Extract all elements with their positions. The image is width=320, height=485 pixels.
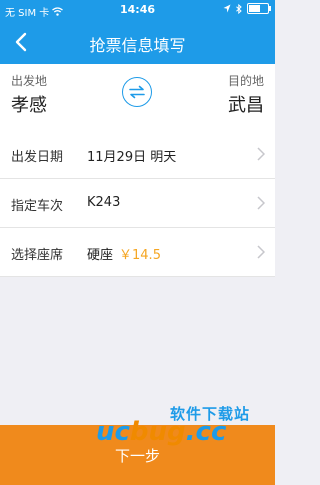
train-number-value: K243: [87, 195, 121, 210]
chevron-right-icon: [257, 147, 265, 161]
from-label: 出发地: [11, 74, 48, 88]
ticket-form-list: 出发日期 11月29日 明天 指定车次 K243 选择座席 硬座 ￥14.5: [0, 130, 275, 277]
watermark-en-suffix: .cc: [185, 417, 227, 447]
train-number-row[interactable]: 指定车次 K243: [0, 179, 275, 228]
battery-icon: [247, 3, 271, 14]
to-label: 目的地: [227, 74, 264, 88]
seat-class-value: 硬座 ￥14.5: [87, 244, 161, 263]
status-right: [223, 3, 271, 14]
watermark-en-prefix: uc: [96, 417, 130, 447]
page-title: 抢票信息填写: [89, 36, 186, 55]
row-label: 选择座席: [11, 248, 64, 263]
swap-stations-button[interactable]: [122, 77, 152, 107]
status-bar: 无 SIM 卡 14:46: [0, 0, 275, 20]
station-selector: 出发地 孝感 目的地 武昌: [0, 64, 275, 131]
seat-class-row[interactable]: 选择座席 硬座 ￥14.5: [0, 228, 275, 277]
swap-arrows-icon: [129, 85, 145, 99]
site-watermark: 软件下载站 ucbug.cc: [92, 403, 275, 453]
watermark-en-mid: bug: [129, 417, 186, 447]
seat-type: 硬座: [87, 248, 114, 263]
location-arrow-icon: [223, 4, 231, 13]
row-label: 出发日期: [11, 150, 64, 165]
seat-price: ￥14.5: [119, 248, 161, 263]
departure-date-value: 11月29日 明天: [87, 150, 177, 165]
nav-bar: 抢票信息填写: [0, 20, 275, 64]
bluetooth-icon: [236, 3, 242, 14]
to-city[interactable]: 武昌: [228, 91, 264, 117]
watermark-en-text: ucbug.cc: [96, 417, 226, 447]
chevron-right-icon: [257, 196, 265, 210]
chevron-right-icon: [257, 245, 265, 259]
row-label: 指定车次: [11, 199, 64, 214]
departure-date-row[interactable]: 出发日期 11月29日 明天: [0, 130, 275, 179]
from-city[interactable]: 孝感: [11, 91, 47, 117]
